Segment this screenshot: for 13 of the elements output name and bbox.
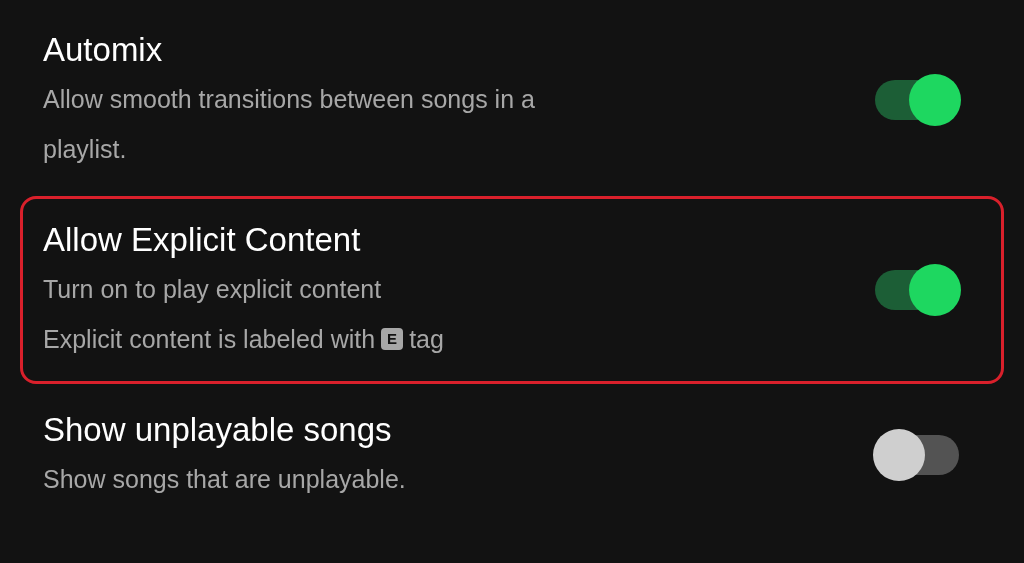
setting-description: playlist. [43, 134, 127, 165]
toggle-switch[interactable] [873, 429, 961, 481]
setting-description: Explicit content is labeled with [43, 324, 376, 355]
explicit-badge: E [381, 328, 404, 350]
setting-title: Allow Explicit Content [43, 220, 362, 260]
toggle-switch[interactable] [873, 74, 961, 126]
setting-description: tag [409, 324, 444, 355]
setting-description: Allow smooth transitions between songs in a [43, 84, 535, 115]
toggle-switch[interactable] [873, 264, 961, 316]
setting-description: Show songs that are unplayable. [43, 464, 406, 495]
setting-title: Automix [43, 30, 164, 70]
setting-title: Show unplayable songs [43, 410, 393, 450]
setting-description: Turn on to play explicit content [43, 274, 382, 305]
